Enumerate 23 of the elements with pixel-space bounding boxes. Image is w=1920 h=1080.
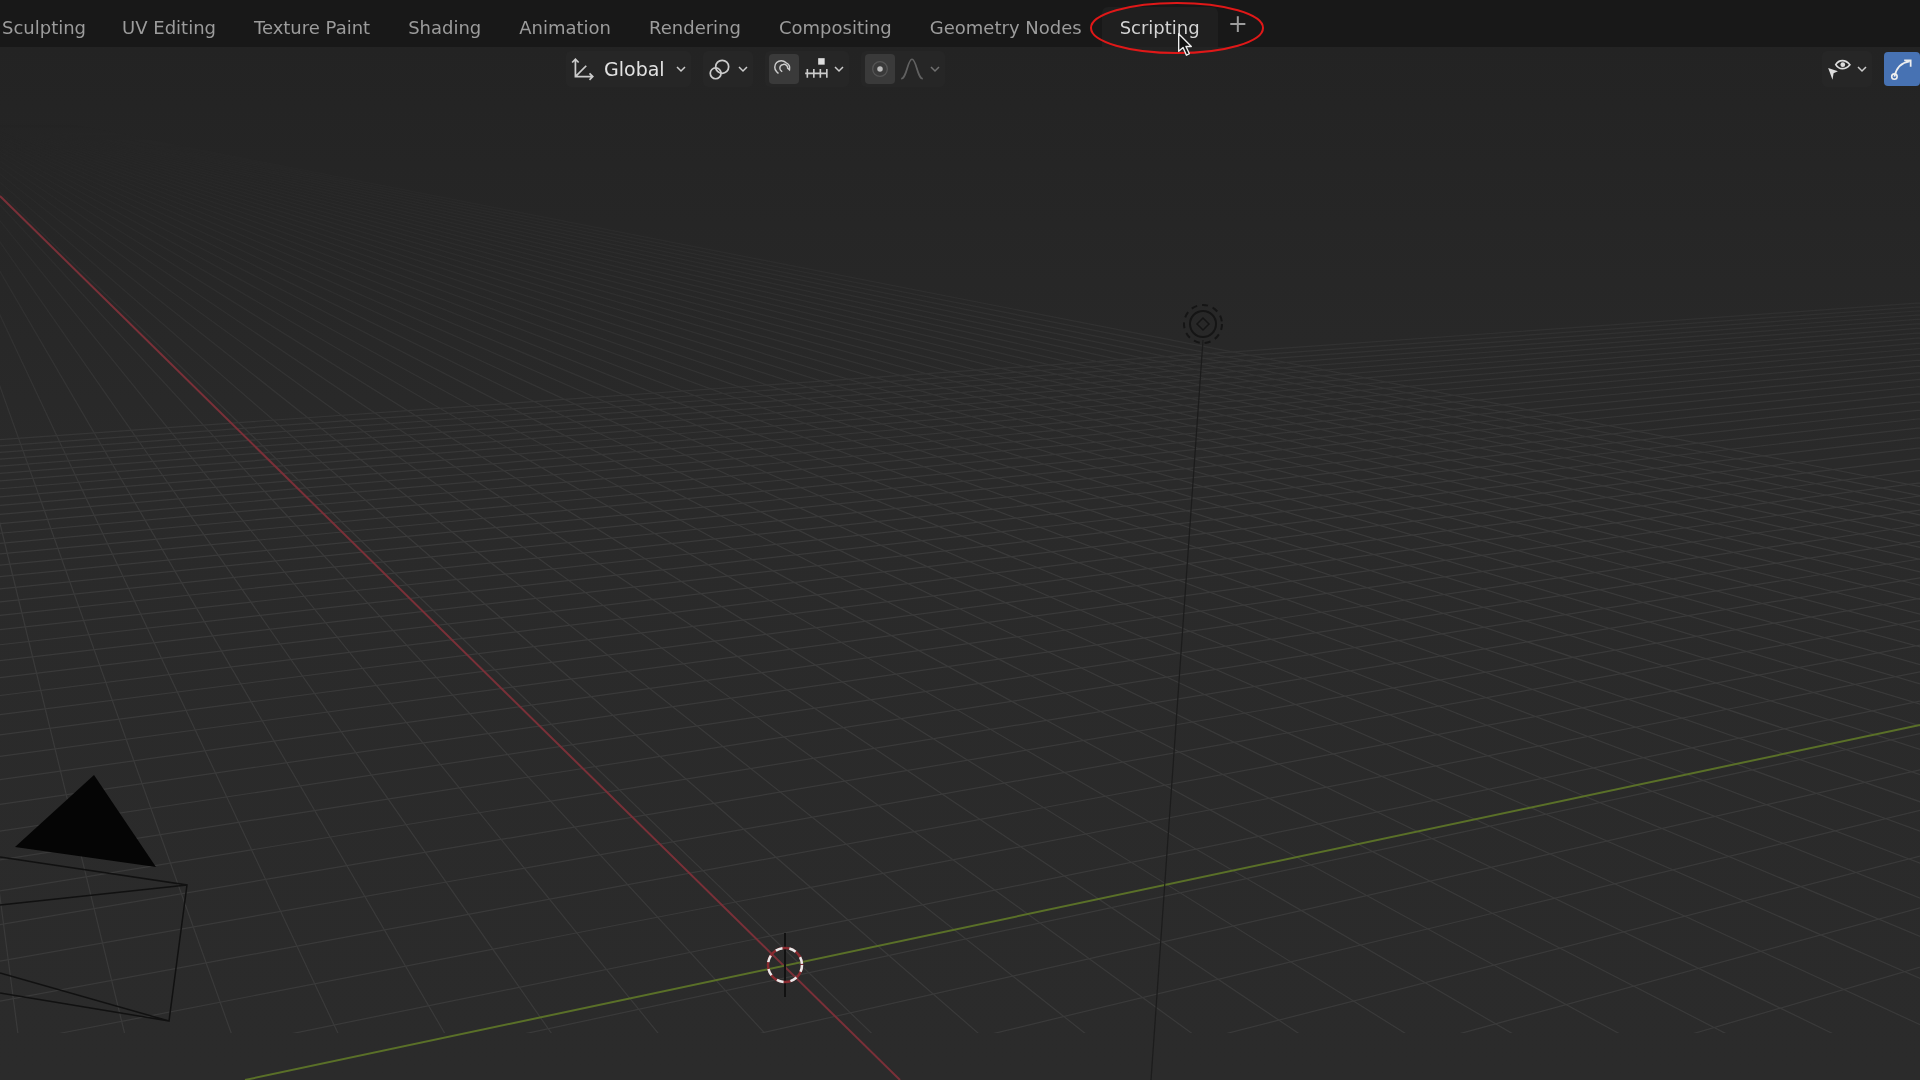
chevron-down-icon	[1856, 63, 1868, 75]
workspace-tab[interactable]: Sculpting	[0, 7, 105, 47]
gizmo-toggle-button[interactable]	[1884, 52, 1920, 86]
workspace-tab[interactable]: Shading	[390, 7, 500, 47]
orientation-dropdown[interactable]: Global	[600, 58, 671, 80]
workspace-tab[interactable]: UV Editing	[104, 7, 234, 47]
chevron-down-icon	[674, 63, 687, 75]
snap-magnet-button[interactable]	[768, 54, 799, 84]
workspace-tab[interactable]: Rendering	[631, 7, 759, 47]
workspace-tab[interactable]: Animation	[501, 7, 630, 47]
chevron-down-icon	[736, 63, 749, 75]
curve-arrow-icon	[1889, 56, 1915, 82]
proportional-editing-button[interactable]	[864, 54, 895, 84]
add-tab-button[interactable]: +	[1219, 9, 1256, 38]
chevron-down-icon	[928, 63, 941, 75]
workspace-tab[interactable]: Scripting	[1101, 7, 1218, 47]
workspace-tab[interactable]: Compositing	[760, 7, 910, 47]
3d-cursor-icon	[766, 932, 804, 998]
workspace-tab[interactable]: Geometry Nodes	[911, 7, 1100, 47]
workspace-tab[interactable]: Texture Paint	[235, 7, 389, 47]
axes-icon	[570, 56, 596, 82]
falloff-curve-icon[interactable]	[898, 56, 925, 82]
chevron-down-icon	[832, 63, 845, 75]
